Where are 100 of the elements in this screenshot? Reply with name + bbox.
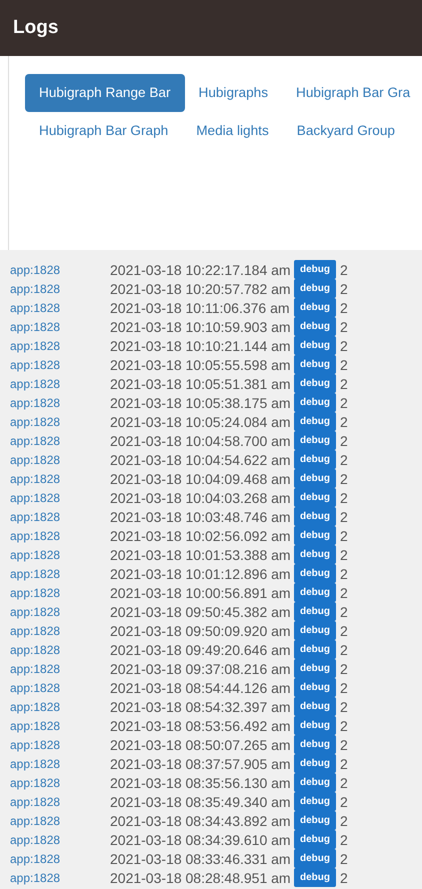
log-timestamp: 2021-03-18 10:00:56.891 am <box>110 584 292 600</box>
app-tab[interactable]: Hubigraph Bar Graph <box>25 112 182 150</box>
log-timestamp: 2021-03-18 08:37:57.905 am <box>110 756 292 772</box>
log-level-badge: debug <box>294 450 336 469</box>
source-link[interactable]: app:1828 <box>8 586 110 600</box>
log-level-badge: debug <box>294 374 336 393</box>
source-link[interactable]: app:1828 <box>8 604 110 618</box>
source-link[interactable]: app:1828 <box>8 282 110 296</box>
source-link[interactable]: app:1828 <box>8 794 110 808</box>
log-timestamp: 2021-03-18 10:04:54.622 am <box>110 452 292 468</box>
source-link[interactable]: app:1828 <box>8 870 110 884</box>
log-message: 2 <box>340 546 348 562</box>
log-timestamp: 2021-03-18 09:50:09.920 am <box>110 622 292 638</box>
log-message: 2 <box>340 338 348 354</box>
log-level-badge: debug <box>294 697 336 716</box>
source-link[interactable]: app:1828 <box>8 528 110 542</box>
log-level-badge: debug <box>294 298 336 317</box>
source-link[interactable]: app:1828 <box>8 662 110 676</box>
log-timestamp: 2021-03-18 10:04:03.268 am <box>110 490 292 506</box>
log-message: 2 <box>340 680 348 696</box>
app-tab[interactable]: Media lights <box>182 112 283 150</box>
log-level-badge: debug <box>294 260 336 279</box>
log-message: 2 <box>340 432 348 448</box>
log-message: 2 <box>340 642 348 658</box>
source-link[interactable]: app:1828 <box>8 756 110 770</box>
log-timestamp: 2021-03-18 08:28:48.951 am <box>110 870 292 886</box>
log-timestamp: 2021-03-18 08:54:44.126 am <box>110 680 292 696</box>
log-timestamp: 2021-03-18 10:01:53.388 am <box>110 546 292 562</box>
log-level-badge: debug <box>294 393 336 412</box>
log-message: 2 <box>340 262 348 278</box>
log-message: 2 <box>340 756 348 772</box>
log-level-badge: debug <box>294 621 336 640</box>
log-level-badge: debug <box>294 868 336 887</box>
source-link[interactable]: app:1828 <box>8 642 110 656</box>
source-link[interactable]: app:1828 <box>8 624 110 638</box>
source-link[interactable]: app:1828 <box>8 300 110 314</box>
log-timestamp: 2021-03-18 10:02:56.092 am <box>110 528 292 544</box>
source-link[interactable]: app:1828 <box>8 738 110 752</box>
log-level-badge: debug <box>294 640 336 659</box>
source-link[interactable]: app:1828 <box>8 414 110 428</box>
log-message: 2 <box>340 832 348 848</box>
log-level-badge: debug <box>294 545 336 564</box>
source-link[interactable]: app:1828 <box>8 358 110 372</box>
log-timestamp: 2021-03-18 10:05:55.598 am <box>110 356 292 372</box>
app-tab[interactable]: Hubigraph Bar Gra <box>282 74 410 112</box>
source-link[interactable]: app:1828 <box>8 814 110 828</box>
source-link[interactable]: app:1828 <box>8 548 110 562</box>
log-level-badge: debug <box>294 355 336 374</box>
source-link[interactable]: app:1828 <box>8 490 110 504</box>
source-link[interactable]: app:1828 <box>8 832 110 846</box>
log-level-badge: debug <box>294 279 336 298</box>
app-tab[interactable]: Backyard Group <box>282 112 395 150</box>
log-message: 2 <box>340 584 348 600</box>
app-tab[interactable]: Hubigraph Range Bar <box>25 74 184 112</box>
log-message: 2 <box>340 318 348 334</box>
log-timestamp: 2021-03-18 10:05:51.381 am <box>110 376 292 392</box>
log-timestamp: 2021-03-18 10:05:24.084 am <box>110 414 292 430</box>
log-level-badge: debug <box>294 526 336 545</box>
log-timestamp: 2021-03-18 08:54:32.397 am <box>110 698 292 714</box>
source-link[interactable]: app:1828 <box>8 376 110 390</box>
log-level-badge: debug <box>294 792 336 811</box>
source-link[interactable]: app:1828 <box>8 776 110 790</box>
log-level-badge: debug <box>294 754 336 773</box>
log-message: 2 <box>340 660 348 676</box>
source-link[interactable]: app:1828 <box>8 680 110 694</box>
source-link[interactable]: app:1828 <box>8 718 110 732</box>
source-link[interactable]: app:1828 <box>8 320 110 334</box>
source-link[interactable]: app:1828 <box>8 510 110 524</box>
source-link[interactable]: app:1828 <box>8 338 110 352</box>
source-link[interactable]: app:1828 <box>8 434 110 448</box>
log-timestamp: 2021-03-18 10:11:06.376 am <box>110 300 291 316</box>
log-timestamp: 2021-03-18 08:34:39.610 am <box>110 832 292 848</box>
log-level-badge: debug <box>294 488 336 507</box>
log-message: 2 <box>340 850 348 866</box>
log-timestamp: 2021-03-18 10:01:12.896 am <box>110 566 292 582</box>
log-message: 2 <box>340 604 348 620</box>
log-level-badge: debug <box>294 849 336 868</box>
log-message: 2 <box>340 736 348 752</box>
source-link[interactable]: app:1828 <box>8 566 110 580</box>
log-message: 2 <box>340 508 348 524</box>
log-timestamp: 2021-03-18 10:20:57.782 am <box>110 280 292 296</box>
log-level-badge: debug <box>294 564 336 583</box>
log-level-badge: debug <box>294 583 336 602</box>
source-link[interactable]: app:1828 <box>8 852 110 866</box>
app-tab[interactable]: Hubigraphs <box>184 74 282 112</box>
source-link[interactable]: app:1828 <box>8 262 110 276</box>
log-message: 2 <box>340 622 348 638</box>
source-link[interactable]: app:1828 <box>8 472 110 486</box>
log-timestamp: 2021-03-18 09:37:08.216 am <box>110 660 292 676</box>
log-level-badge: debug <box>294 678 336 697</box>
log-timestamp: 2021-03-18 08:35:56.130 am <box>110 774 292 790</box>
log-timestamp: 2021-03-18 08:34:43.892 am <box>110 812 292 828</box>
source-link[interactable]: app:1828 <box>8 452 110 466</box>
log-timestamp: 2021-03-18 09:50:45.382 am <box>110 604 292 620</box>
log-message: 2 <box>340 718 348 734</box>
source-link[interactable]: app:1828 <box>8 396 110 410</box>
log-message: 2 <box>340 490 348 506</box>
source-link[interactable]: app:1828 <box>8 700 110 714</box>
log-message: 2 <box>340 566 348 582</box>
log-timestamp: 2021-03-18 10:10:59.903 am <box>110 318 292 334</box>
